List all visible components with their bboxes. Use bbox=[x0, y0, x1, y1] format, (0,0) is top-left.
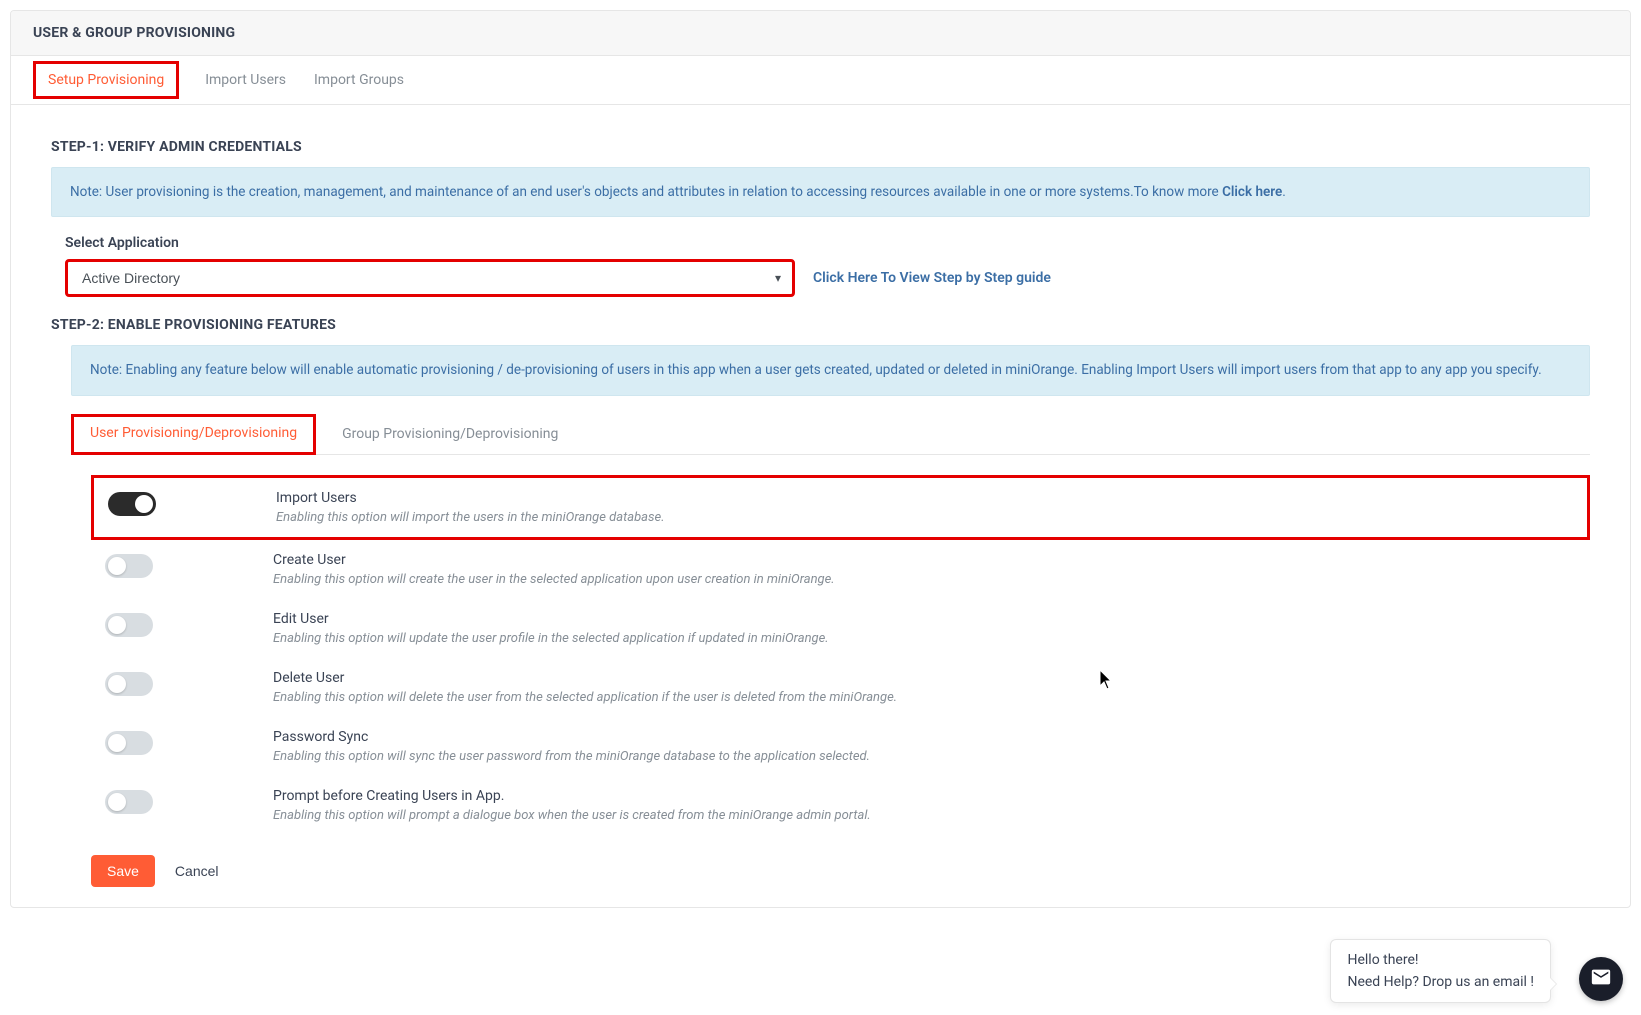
feature-title: Prompt before Creating Users in App. bbox=[273, 788, 871, 804]
main-tabs: Setup Provisioning Import Users Import G… bbox=[11, 56, 1630, 105]
page-container: USER & GROUP PROVISIONING Setup Provisio… bbox=[10, 10, 1631, 908]
feature-desc: Enabling this option will delete the use… bbox=[273, 690, 897, 705]
save-button[interactable]: Save bbox=[91, 855, 155, 887]
cancel-button[interactable]: Cancel bbox=[175, 863, 219, 879]
step2-title: STEP-2: ENABLE PROVISIONING FEATURES bbox=[51, 317, 1590, 333]
features-list: Import Users Enabling this option will i… bbox=[71, 455, 1590, 845]
toggle-edit-user[interactable] bbox=[105, 613, 153, 637]
tab-group-provisioning[interactable]: Group Provisioning/Deprovisioning bbox=[340, 414, 560, 454]
step1-title: STEP-1: VERIFY ADMIN CREDENTIALS bbox=[51, 139, 1590, 155]
toggle-prompt-before-creating[interactable] bbox=[105, 790, 153, 814]
step1-note-suffix: . bbox=[1282, 184, 1286, 200]
mail-icon bbox=[1590, 966, 1612, 992]
provisioning-inner-tabs: User Provisioning/Deprovisioning Group P… bbox=[71, 414, 1590, 455]
feature-desc: Enabling this option will sync the user … bbox=[273, 749, 870, 764]
tab-import-groups[interactable]: Import Groups bbox=[312, 56, 406, 104]
help-line2: Need Help? Drop us an email ! bbox=[1347, 974, 1534, 990]
toggle-create-user[interactable] bbox=[105, 554, 153, 578]
feature-title: Password Sync bbox=[273, 729, 870, 745]
feature-create-user: Create User Enabling this option will cr… bbox=[91, 540, 1590, 599]
toggle-delete-user[interactable] bbox=[105, 672, 153, 696]
step1-note: Note: User provisioning is the creation,… bbox=[51, 167, 1590, 217]
tab-user-provisioning[interactable]: User Provisioning/Deprovisioning bbox=[71, 414, 316, 455]
step2-note: Note: Enabling any feature below will en… bbox=[71, 345, 1590, 395]
select-application-wrap: Active Directory ▾ bbox=[65, 259, 795, 297]
feature-title: Create User bbox=[273, 552, 835, 568]
step1-note-text: Note: User provisioning is the creation,… bbox=[70, 184, 1222, 200]
content: STEP-1: VERIFY ADMIN CREDENTIALS Note: U… bbox=[11, 105, 1630, 907]
feature-desc: Enabling this option will import the use… bbox=[276, 510, 665, 525]
step-by-step-guide-link[interactable]: Click Here To View Step by Step guide bbox=[813, 270, 1051, 286]
tab-import-users[interactable]: Import Users bbox=[203, 56, 288, 104]
feature-title: Edit User bbox=[273, 611, 829, 627]
actions: Save Cancel bbox=[71, 855, 1590, 887]
feature-desc: Enabling this option will create the use… bbox=[273, 572, 835, 587]
toggle-import-users[interactable] bbox=[108, 492, 156, 516]
help-bubble: Hello there! Need Help? Drop us an email… bbox=[1330, 939, 1551, 1003]
step1-note-link[interactable]: Click here bbox=[1222, 184, 1282, 200]
feature-edit-user: Edit User Enabling this option will upda… bbox=[91, 599, 1590, 658]
feature-prompt-before-creating: Prompt before Creating Users in App. Ena… bbox=[91, 776, 1590, 835]
help-chat-button[interactable] bbox=[1579, 957, 1623, 1001]
select-application-label: Select Application bbox=[65, 235, 1576, 251]
feature-delete-user: Delete User Enabling this option will de… bbox=[91, 658, 1590, 717]
feature-desc: Enabling this option will prompt a dialo… bbox=[273, 808, 871, 823]
panel-title: USER & GROUP PROVISIONING bbox=[11, 11, 1630, 56]
toggle-password-sync[interactable] bbox=[105, 731, 153, 755]
select-application[interactable]: Active Directory bbox=[65, 259, 795, 297]
feature-import-users: Import Users Enabling this option will i… bbox=[91, 475, 1590, 540]
feature-desc: Enabling this option will update the use… bbox=[273, 631, 829, 646]
feature-title: Import Users bbox=[276, 490, 665, 506]
tab-setup-provisioning[interactable]: Setup Provisioning bbox=[33, 61, 179, 99]
help-line1: Hello there! bbox=[1347, 952, 1534, 968]
feature-password-sync: Password Sync Enabling this option will … bbox=[91, 717, 1590, 776]
feature-title: Delete User bbox=[273, 670, 897, 686]
